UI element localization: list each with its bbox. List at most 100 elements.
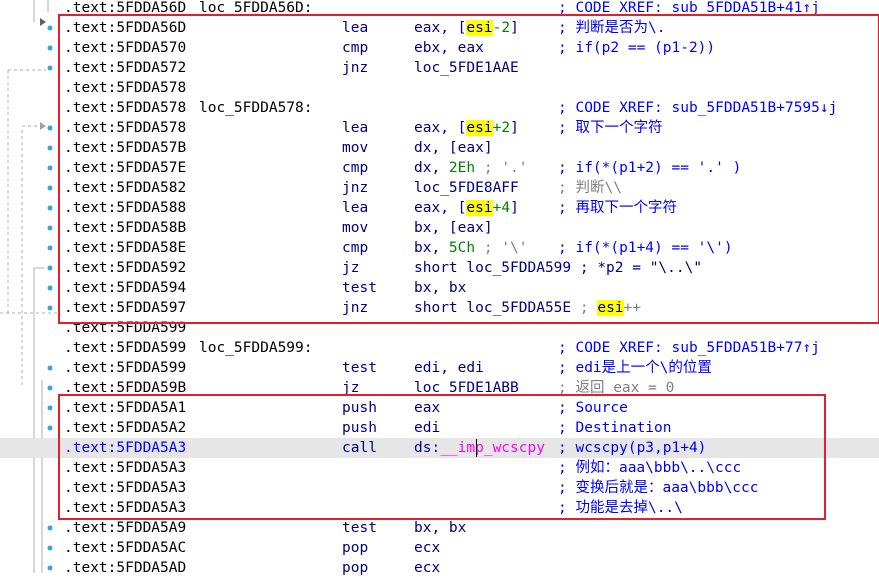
row-operands[interactable]: loc_5FDE1ABB <box>414 378 519 398</box>
operand-token[interactable]: dx, [eax] <box>414 140 493 156</box>
operand-token[interactable]: eax, [ <box>414 200 466 216</box>
row-operands[interactable]: eax <box>414 398 440 418</box>
operand-token[interactable]: ; '\' <box>475 240 528 256</box>
row-operands[interactable]: bx, bx <box>414 278 466 298</box>
listing-row[interactable]: .text:5FDDA578 loc_5FDDA578: ; CODE XREF: … <box>0 98 879 118</box>
listing-row[interactable]: .text:5FDDA56D loc_5FDDA56D: ; CODE XREF: … <box>0 0 879 18</box>
listing-row[interactable]: .text:5FDDA5AD pop ecx <box>0 558 879 578</box>
row-address[interactable]: .text:5FDDA572 <box>64 58 186 78</box>
row-address[interactable]: .text:5FDDA57E <box>64 158 186 178</box>
row-mnemonic[interactable]: test <box>342 518 377 538</box>
listing-row[interactable]: .text:5FDDA582 jnz loc_5FDE8AFF ; 判断\\ <box>0 178 879 198</box>
operand-token[interactable]: ebx, eax <box>414 40 484 56</box>
row-mnemonic[interactable]: pop <box>342 538 368 558</box>
operand-token[interactable]: eax, [ <box>414 20 466 36</box>
listing-row[interactable]: .text:5FDDA578 lea eax, [esi+2] ; 取下一个字符 <box>0 118 879 138</box>
row-operands[interactable]: dx, 2Eh ; '.' <box>414 158 528 178</box>
row-mnemonic[interactable]: test <box>342 278 377 298</box>
row-mnemonic[interactable]: cmp <box>342 38 368 58</box>
row-address[interactable]: .text:5FDDA58B <box>64 218 186 238</box>
row-label[interactable]: loc_5FDDA599: <box>199 338 313 358</box>
register-token[interactable]: esi <box>466 120 493 136</box>
row-operands[interactable]: eax, [esi+2] <box>414 118 519 138</box>
row-mnemonic[interactable]: lea <box>342 18 368 38</box>
operand-token[interactable]: edi, edi <box>414 360 484 376</box>
row-operands[interactable]: edi <box>414 418 440 438</box>
row-label[interactable]: loc_5FDDA56D: <box>199 0 313 18</box>
row-mnemonic[interactable]: push <box>342 418 377 438</box>
row-address[interactable]: .text:5FDDA578 <box>64 98 186 118</box>
row-address[interactable]: .text:5FDDA588 <box>64 198 186 218</box>
listing-row[interactable]: .text:5FDDA58E cmp bx, 5Ch ; '\' ; if(*(p1+… <box>0 238 879 258</box>
row-operands[interactable]: eax, [esi-2] <box>414 18 519 38</box>
listing-row[interactable]: .text:5FDDA594 test bx, bx <box>0 278 879 298</box>
disassembly-listing[interactable]: .text:5FDDA56D loc_5FDDA56D: ; CODE XREF: … <box>0 0 879 576</box>
row-address[interactable]: .text:5FDDA56D <box>64 0 186 18</box>
listing-row[interactable]: .text:5FDDA5A3 call ds:__imp_wcscpy ; wcscp… <box>0 438 879 458</box>
row-mnemonic[interactable]: mov <box>342 138 368 158</box>
listing-row[interactable]: .text:5FDDA5A3 ; 功能是去掉\..\ <box>0 498 879 518</box>
listing-row[interactable]: .text:5FDDA57B mov dx, [eax] <box>0 138 879 158</box>
row-mnemonic[interactable]: mov <box>342 218 368 238</box>
row-address[interactable]: .text:5FDDA599 <box>64 338 186 358</box>
row-mnemonic[interactable]: test <box>342 358 377 378</box>
row-address[interactable]: .text:5FDDA599 <box>64 318 186 338</box>
listing-row[interactable]: .text:5FDDA592 jz short loc_5FDDA599 ; *p2… <box>0 258 879 278</box>
listing-row[interactable]: .text:5FDDA570 cmp ebx, eax ; if(p2 == (p1-… <box>0 38 879 58</box>
listing-row[interactable]: .text:5FDDA5A3 ; 变换后就是：aaa\bbb\ccc <box>0 478 879 498</box>
row-operands[interactable]: bx, [eax] <box>414 218 493 238</box>
listing-row[interactable]: .text:5FDDA578 <box>0 78 879 98</box>
row-mnemonic[interactable]: pop <box>342 558 368 578</box>
listing-row[interactable]: .text:5FDDA57E cmp dx, 2Eh ; '.' ; if(*(p1+… <box>0 158 879 178</box>
row-operands[interactable]: short loc_5FDDA55E ; esi++ <box>414 298 641 318</box>
operand-token[interactable]: ; <box>580 300 597 316</box>
operand-token[interactable]: bx, bx <box>414 520 466 536</box>
row-operands[interactable]: ebx, eax <box>414 38 484 58</box>
operand-token[interactable]: +2 <box>493 120 510 136</box>
row-address[interactable]: .text:5FDDA5A2 <box>64 418 186 438</box>
row-operands[interactable]: ecx <box>414 538 440 558</box>
listing-row[interactable]: .text:5FDDA58B mov bx, [eax] <box>0 218 879 238</box>
row-address[interactable]: .text:5FDDA578 <box>64 118 186 138</box>
operand-token[interactable]: ecx <box>414 540 440 556</box>
row-address[interactable]: .text:5FDDA592 <box>64 258 186 278</box>
row-address[interactable]: .text:5FDDA5A3 <box>64 478 186 498</box>
operand-token[interactable]: loc_5FDE1ABB <box>414 380 519 396</box>
row-mnemonic[interactable]: lea <box>342 118 368 138</box>
row-address[interactable]: .text:5FDDA5AD <box>64 558 186 578</box>
row-operands[interactable]: ds:__imp_wcscpy <box>414 438 545 458</box>
row-mnemonic[interactable]: jz <box>342 258 359 278</box>
operand-token[interactable]: 5Ch <box>449 240 475 256</box>
row-mnemonic[interactable]: jnz <box>342 58 368 78</box>
listing-row[interactable]: .text:5FDDA572 jnz loc_5FDE1AAE <box>0 58 879 78</box>
listing-row[interactable]: .text:5FDDA59B jz loc_5FDE1ABB ; 返回 eax = 0 <box>0 378 879 398</box>
operand-token[interactable]: ] <box>510 200 519 216</box>
row-operands[interactable]: bx, 5Ch ; '\' <box>414 238 528 258</box>
row-address[interactable]: .text:5FDDA5AC <box>64 538 186 558</box>
listing-row[interactable]: .text:5FDDA5A3 ; 例如：aaa\bbb\..\ccc <box>0 458 879 478</box>
row-address[interactable]: .text:5FDDA582 <box>64 178 186 198</box>
row-operands[interactable]: loc_5FDE8AFF <box>414 178 519 198</box>
row-operands[interactable]: bx, bx <box>414 518 466 538</box>
row-operands[interactable]: loc_5FDE1AAE <box>414 58 519 78</box>
listing-row[interactable]: .text:5FDDA5A9 test bx, bx <box>0 518 879 538</box>
row-operands[interactable]: eax, [esi+4] <box>414 198 519 218</box>
operand-token[interactable]: ; '.' <box>475 160 528 176</box>
listing-row[interactable]: .text:5FDDA599 loc_5FDDA599: ; CODE XREF: … <box>0 338 879 358</box>
operand-token[interactable]: dx, <box>414 160 449 176</box>
import-symbol[interactable]: __imp_wcscpy <box>440 440 545 456</box>
listing-row[interactable]: .text:5FDDA599 <box>0 318 879 338</box>
listing-row[interactable]: .text:5FDDA597 jnz short loc_5FDDA55E ; es… <box>0 298 879 318</box>
register-token[interactable]: esi <box>466 20 493 36</box>
row-address[interactable]: .text:5FDDA5A3 <box>64 438 186 458</box>
row-operands[interactable]: short loc_5FDDA599 ; *p2 = "\..\" <box>414 258 702 278</box>
row-mnemonic[interactable]: call <box>342 438 377 458</box>
listing-row[interactable]: .text:5FDDA599 test edi, edi ; edi是上一个\的位置 <box>0 358 879 378</box>
listing-row[interactable]: .text:5FDDA588 lea eax, [esi+4] ; 再取下一个字符 <box>0 198 879 218</box>
row-address[interactable]: .text:5FDDA5A3 <box>64 458 186 478</box>
row-mnemonic[interactable]: jnz <box>342 298 368 318</box>
operand-token[interactable]: ] <box>510 120 519 136</box>
row-address[interactable]: .text:5FDDA597 <box>64 298 186 318</box>
row-operands[interactable]: edi, edi <box>414 358 484 378</box>
row-operands[interactable]: ecx <box>414 558 440 578</box>
